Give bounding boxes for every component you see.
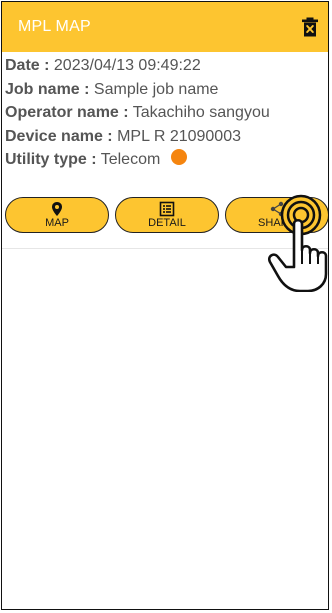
app-bar: MPL MAP	[2, 2, 328, 52]
operator-value: Takachiho sangyou	[132, 104, 270, 121]
utility-value: Telecom	[100, 151, 161, 168]
operator-row: Operator name : Takachiho sangyou	[5, 101, 270, 125]
divider	[2, 248, 328, 249]
map-button-label: MAP	[45, 217, 69, 229]
date-row: Date : 2023/04/13 09:49:22	[5, 54, 270, 78]
list-detail-icon	[159, 201, 175, 217]
utility-label: Utility type :	[5, 151, 97, 168]
share-icon	[269, 201, 285, 217]
share-button-label: SHARE	[258, 217, 296, 229]
operator-label: Operator name :	[5, 104, 129, 121]
share-button[interactable]: SHARE	[225, 197, 328, 233]
detail-button[interactable]: DETAIL	[115, 197, 219, 233]
app-title: MPL MAP	[18, 18, 91, 35]
job-info: Date : 2023/04/13 09:49:22 Job name : Sa…	[5, 54, 270, 172]
date-value: 2023/04/13 09:49:22	[53, 57, 201, 74]
date-label: Date :	[5, 57, 50, 74]
trash-icon[interactable]	[300, 16, 320, 38]
map-pin-icon	[49, 201, 65, 217]
detail-button-label: DETAIL	[148, 217, 186, 229]
action-bar: MAP DETAIL SHARE	[5, 197, 328, 237]
phone-screen: MPL MAP Date : 2023/04/13 09:49:22 Job n…	[1, 1, 329, 610]
utility-row: Utility type : Telecom	[5, 148, 270, 172]
job-name-label: Job name :	[5, 80, 90, 98]
utility-color-dot	[170, 149, 187, 165]
job-name-value: Sample job name	[93, 80, 219, 98]
map-button[interactable]: MAP	[5, 197, 109, 233]
device-row: Device name : MPL R 21090003	[5, 125, 270, 149]
device-value: MPL R 21090003	[117, 127, 241, 145]
job-name-row: Job name : Sample job name	[5, 78, 270, 102]
device-label: Device name :	[5, 127, 113, 145]
